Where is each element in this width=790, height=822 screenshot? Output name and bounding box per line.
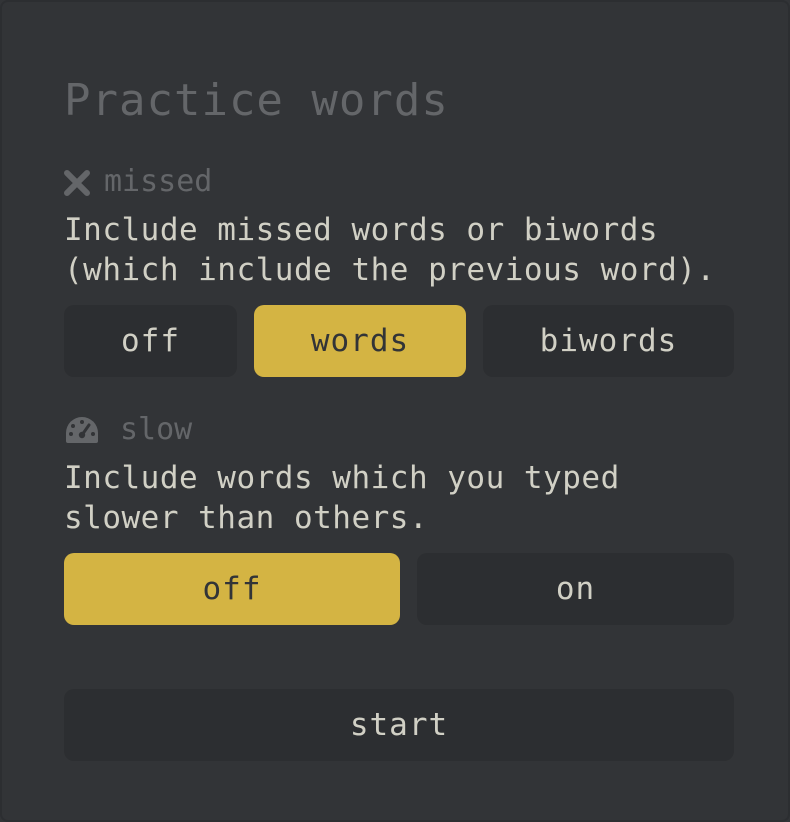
slow-section-label: slow — [64, 412, 192, 448]
missed-biwords-button[interactable]: biwords — [483, 305, 734, 377]
slow-off-button[interactable]: off — [64, 553, 400, 625]
missed-section-label: missed — [64, 164, 212, 200]
practice-words-modal: Practice words missed Include missed wor… — [0, 0, 790, 822]
close-icon — [64, 169, 90, 196]
slow-description-line-2: slower than others. — [64, 500, 429, 536]
modal-title: Practice words — [64, 75, 449, 126]
missed-description-line-2: (which include the previous word). — [64, 252, 716, 288]
slow-label: slow — [120, 412, 193, 447]
missed-description-line-1: Include missed words or biwords — [64, 212, 659, 248]
missed-words-button[interactable]: words — [254, 305, 466, 377]
missed-off-button[interactable]: off — [64, 305, 237, 377]
speedometer-icon — [64, 415, 100, 445]
missed-label: missed — [104, 164, 213, 199]
start-button[interactable]: start — [64, 689, 734, 761]
slow-on-button[interactable]: on — [417, 553, 734, 625]
slow-description-line-1: Include words which you typed — [64, 460, 620, 496]
